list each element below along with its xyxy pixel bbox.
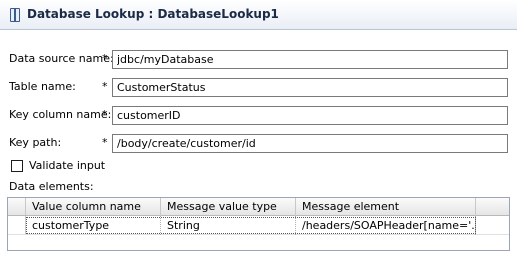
row-focus-outline (26, 217, 476, 234)
key-column-name-input[interactable] (112, 106, 508, 125)
row-header-corner (8, 198, 26, 215)
column-header-message-element[interactable]: Message element (296, 198, 476, 216)
database-lookup-icon (10, 8, 20, 22)
key-column-name-label: Key column name: (9, 108, 112, 121)
required-marker: * (102, 52, 108, 65)
editor-title-bar: Database Lookup : DatabaseLookup1 (0, 0, 517, 30)
validate-input-label[interactable]: Validate input (29, 159, 105, 172)
row-selector[interactable] (8, 216, 26, 234)
required-marker: * (102, 80, 108, 93)
table-header: Value column name Message value type Mes… (8, 198, 509, 216)
data-elements-label: Data elements: (9, 180, 94, 193)
data-source-name-input[interactable] (112, 50, 508, 69)
window-title: Database Lookup : DatabaseLookup1 (27, 7, 279, 21)
key-path-label: Key path: (9, 136, 62, 149)
table-name-label: Table name: (9, 80, 76, 93)
table-row[interactable]: customerType String /headers/SOAPHeader[… (8, 216, 509, 235)
column-header-message-value-type[interactable]: Message value type (161, 198, 296, 216)
required-marker: * (102, 136, 108, 149)
data-elements-table: Value column name Message value type Mes… (7, 197, 510, 251)
table-name-input[interactable] (112, 78, 508, 97)
data-source-name-label: Data source name: (9, 52, 114, 65)
validate-input-checkbox[interactable] (11, 160, 23, 172)
key-path-input[interactable] (112, 134, 508, 153)
column-header-value-column-name[interactable]: Value column name (26, 198, 161, 216)
required-marker: * (102, 108, 108, 121)
